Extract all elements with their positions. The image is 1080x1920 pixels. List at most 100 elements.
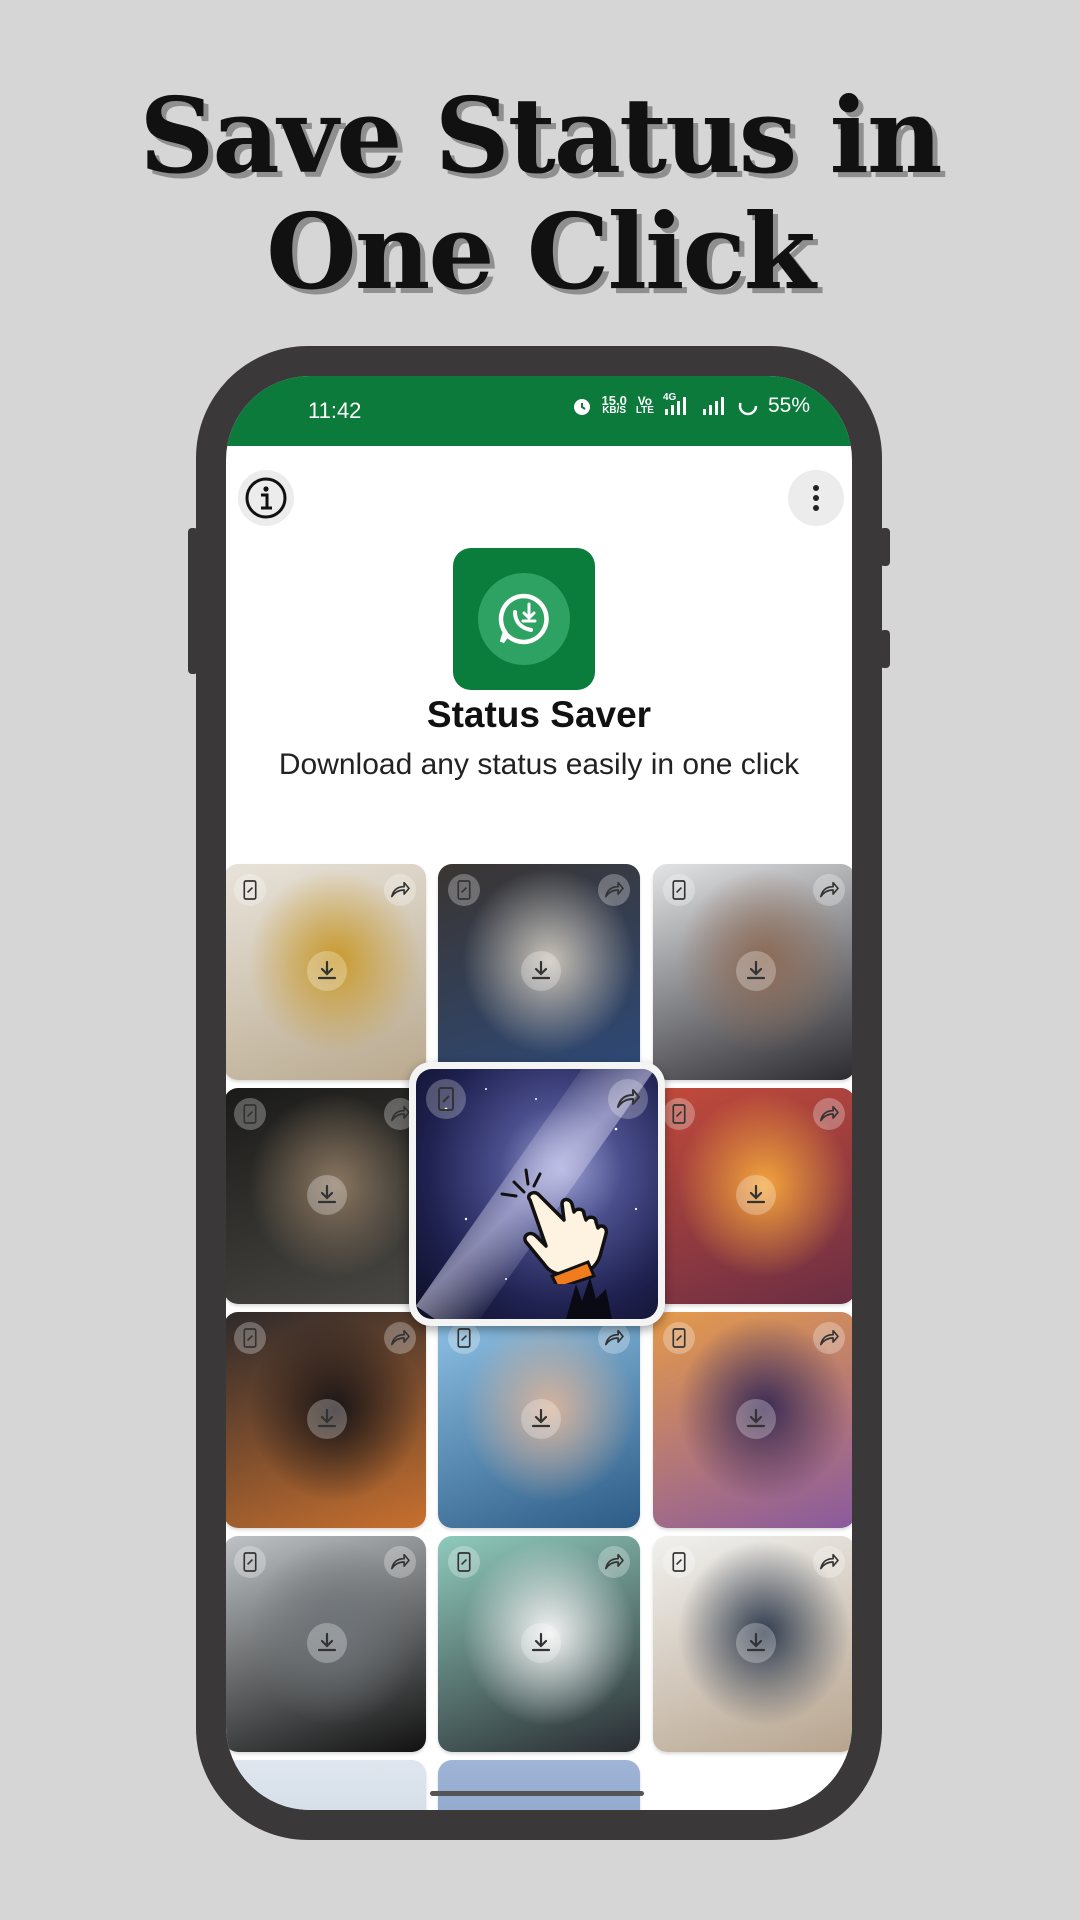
status-tile-partial[interactable] [226,1760,426,1810]
download-button[interactable] [736,1175,776,1215]
highlighted-status-image [416,1069,658,1319]
save-to-phone-button[interactable] [448,874,480,906]
share-button[interactable] [384,1322,416,1354]
status-tile[interactable] [226,1312,426,1528]
headline-line-2: One Click [266,190,816,313]
save-to-phone-button[interactable] [234,1322,266,1354]
phone-save-icon [438,1087,454,1111]
status-tile[interactable] [653,864,852,1080]
share-icon [391,1105,410,1122]
save-to-phone-button[interactable] [663,1098,695,1130]
status-tile[interactable] [438,864,640,1080]
download-icon [746,1184,766,1204]
status-tile[interactable] [653,1088,852,1304]
info-icon [245,477,287,519]
download-icon [317,960,337,980]
download-button[interactable] [736,1399,776,1439]
save-to-phone-icon [672,1328,686,1348]
save-to-phone-button[interactable] [448,1322,480,1354]
whatsapp-download-icon [498,593,549,645]
download-icon [746,960,766,980]
share-icon [820,1105,839,1122]
share-icon [605,1553,624,1570]
share-button[interactable] [598,1322,630,1354]
signal-4g-icon: 4G [663,393,693,417]
status-tile[interactable] [226,1088,426,1304]
alarm-icon [573,399,590,415]
save-to-phone-icon [672,1104,686,1124]
save-to-phone-button[interactable] [663,874,695,906]
app-subtitle: Download any status easily in one click [278,748,800,781]
share-button[interactable] [813,1322,845,1354]
status-tile[interactable] [438,1312,640,1528]
save-to-phone-button[interactable] [663,1322,695,1354]
save-to-phone-icon [243,1552,257,1572]
download-button[interactable] [521,1399,561,1439]
network-speed-unit: KB/S [602,405,627,416]
status-bar: 11:42 15.0 KB/S Vo LTE 4G 55% [226,376,852,446]
share-button[interactable] [813,1546,845,1578]
save-to-phone-icon [243,880,257,900]
volte-indicator: Vo LTE [636,395,654,416]
download-button[interactable] [307,1399,347,1439]
share-arrow-icon [617,1089,640,1108]
promo-headline: Save Status in One Click [0,78,1080,310]
status-tile-partial[interactable] [438,1760,640,1810]
download-button[interactable] [307,951,347,991]
download-icon [317,1184,337,1204]
status-tile[interactable] [438,1536,640,1752]
phone-side-button-left [188,528,198,674]
share-icon [820,1553,839,1570]
download-icon [531,1632,551,1652]
save-to-phone-button[interactable] [663,1546,695,1578]
battery-ring-icon [738,396,758,416]
app-title: Status Saver [426,694,652,735]
status-tile[interactable] [653,1536,852,1752]
share-button[interactable] [813,1098,845,1130]
share-button[interactable] [598,874,630,906]
download-icon [746,1632,766,1652]
menu-button[interactable] [788,470,844,526]
share-icon [391,1329,410,1346]
popout-phone-button[interactable] [426,1079,466,1119]
headline-line-1: Save Status in [139,74,942,197]
status-tile[interactable] [226,864,426,1080]
download-icon [746,1408,766,1428]
share-button[interactable] [384,1546,416,1578]
share-icon [391,1553,410,1570]
save-to-phone-button[interactable] [234,874,266,906]
share-button[interactable] [813,874,845,906]
more-vert-icon [813,485,819,511]
save-to-phone-button[interactable] [234,1546,266,1578]
network-speed: 15.0 KB/S [602,394,627,416]
status-tile[interactable] [226,1536,426,1752]
share-button[interactable] [384,874,416,906]
download-button[interactable] [521,1623,561,1663]
download-button[interactable] [736,1623,776,1663]
download-icon [317,1408,337,1428]
share-icon [820,1329,839,1346]
download-icon [531,1408,551,1428]
save-to-phone-icon [457,880,471,900]
download-icon [531,960,551,980]
save-to-phone-icon [457,1328,471,1348]
download-button[interactable] [736,951,776,991]
battery-percent: 55% [767,394,810,417]
popout-share-button[interactable] [608,1079,648,1119]
highlighted-status-tile[interactable] [409,1062,665,1326]
phone-screen: 11:42 15.0 KB/S Vo LTE 4G 55% Status Sav… [226,376,852,1810]
download-button[interactable] [521,951,561,991]
share-button[interactable] [598,1546,630,1578]
save-to-phone-icon [243,1104,257,1124]
phone-side-button-right-bottom [880,630,890,668]
share-icon [820,881,839,898]
status-tile[interactable] [653,1312,852,1528]
home-indicator [430,1791,644,1796]
download-button[interactable] [307,1623,347,1663]
download-icon [317,1632,337,1652]
save-to-phone-button[interactable] [234,1098,266,1130]
save-to-phone-icon [672,1552,686,1572]
download-button[interactable] [307,1175,347,1215]
info-button[interactable] [238,470,294,526]
save-to-phone-button[interactable] [448,1546,480,1578]
